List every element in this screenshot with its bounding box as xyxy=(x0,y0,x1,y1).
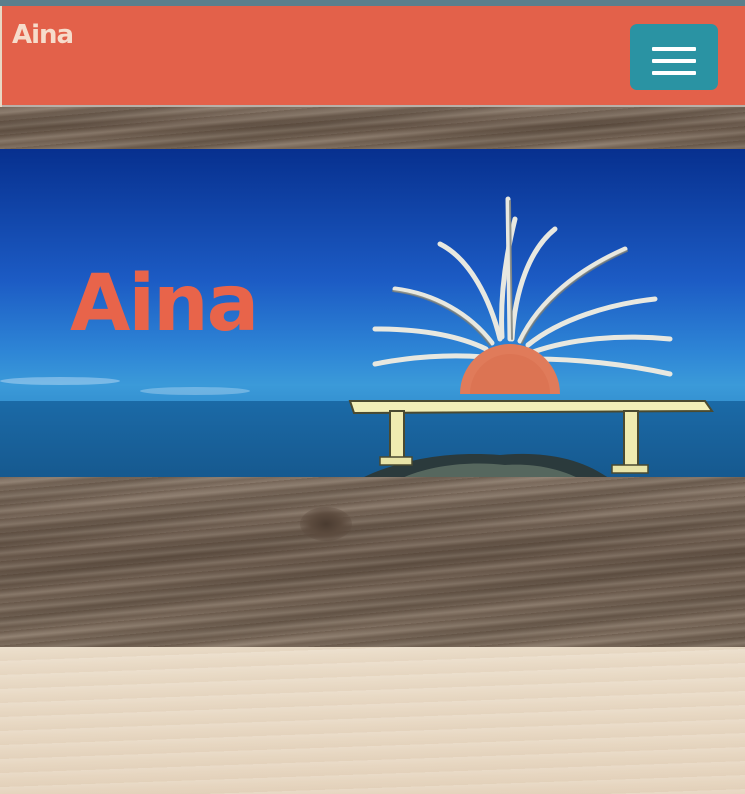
navbar: Aina xyxy=(2,6,745,107)
menu-toggle-button[interactable] xyxy=(630,24,718,90)
bench-sun-sculpture-image xyxy=(348,196,714,477)
hero-title: Aina xyxy=(70,259,259,349)
wood-knot xyxy=(300,507,352,541)
content-background xyxy=(0,647,745,794)
hero-banner: Aina xyxy=(0,149,745,477)
wood-divider-middle xyxy=(0,477,745,647)
brand-logo-link[interactable]: Aina xyxy=(12,20,74,50)
wood-divider-top xyxy=(0,107,745,149)
cloud xyxy=(0,377,120,385)
cloud xyxy=(140,387,250,395)
